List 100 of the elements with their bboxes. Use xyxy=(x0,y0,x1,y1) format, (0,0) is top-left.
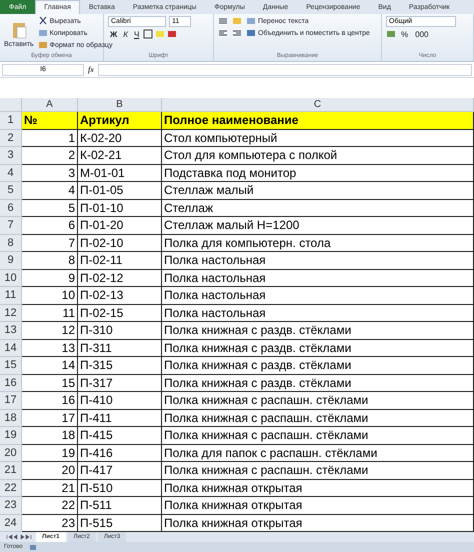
row-header[interactable]: 10 xyxy=(0,270,22,287)
table-cell: Полка книжная с распашн. стёклами xyxy=(162,410,474,427)
row-header[interactable]: 24 xyxy=(0,514,22,532)
table-cell: Артикул xyxy=(78,112,162,130)
column-header[interactable]: A xyxy=(22,98,78,112)
table-cell: П-417 xyxy=(78,462,162,480)
row-header[interactable]: 20 xyxy=(0,444,22,462)
table-cell: 13 xyxy=(22,340,78,357)
table-cell: Полное наименование xyxy=(162,112,474,130)
table-cell: Полка для папок с распашн. стёклами xyxy=(162,444,474,462)
table-cell: П-315 xyxy=(78,357,162,374)
row-header[interactable]: 8 xyxy=(0,234,22,252)
table-cell: Полка настольная xyxy=(162,252,474,270)
table-cell: Полка настольная xyxy=(162,287,474,304)
row-header[interactable]: 12 xyxy=(0,304,22,322)
clipboard-icon[interactable] xyxy=(10,20,27,38)
table-cell: П-416 xyxy=(78,444,162,462)
row-header[interactable]: 9 xyxy=(0,252,22,270)
table-cell: П-510 xyxy=(78,480,162,497)
table-cell: 16 xyxy=(22,392,78,410)
table-cell: 20 xyxy=(22,462,78,480)
indent-icon[interactable] xyxy=(232,28,242,38)
row-header[interactable]: 7 xyxy=(0,217,22,234)
row-header[interactable]: 6 xyxy=(0,200,22,217)
table-cell: Полка книжная с распашн. стёклами xyxy=(162,392,474,410)
table-cell: Стол компьютерный xyxy=(162,130,474,147)
formula-field[interactable] xyxy=(98,64,472,76)
table-cell: Полка книжная с раздв. стёклами xyxy=(162,357,474,374)
table-cell: 18 xyxy=(22,427,78,444)
table-cell: 23 xyxy=(22,514,78,532)
table-cell: Полка книжная открытая xyxy=(162,480,474,497)
row-header[interactable]: 2 xyxy=(0,130,22,147)
table-cell: П-02-10 xyxy=(78,234,162,252)
sheet-navigation-icon[interactable] xyxy=(4,532,34,542)
row-header[interactable]: 4 xyxy=(0,164,22,182)
align-left-icon[interactable] xyxy=(218,28,228,38)
table-cell: М-01-01 xyxy=(78,164,162,182)
row-header[interactable]: 19 xyxy=(0,427,22,444)
table-cell: 6 xyxy=(22,217,78,234)
row-header[interactable]: 21 xyxy=(0,462,22,480)
table-cell: Полка книжная с распашн. стёклами xyxy=(162,462,474,480)
table-cell: 4 xyxy=(22,182,78,200)
table-cell: П-415 xyxy=(78,427,162,444)
table-cell: П-310 xyxy=(78,322,162,340)
table-cell: 9 xyxy=(22,270,78,287)
column-header[interactable]: B xyxy=(78,98,162,112)
table-cell: Полка настольная xyxy=(162,304,474,322)
table-cell: 17 xyxy=(22,410,78,427)
table-cell: Полка книжная с распашн. стёклами xyxy=(162,427,474,444)
table-cell: Стол для компьютера с полкой xyxy=(162,147,474,164)
table-cell: П-515 xyxy=(78,514,162,532)
table-cell: 12 xyxy=(22,322,78,340)
function-button[interactable]: fx xyxy=(88,65,94,74)
row-header[interactable]: 5 xyxy=(0,182,22,200)
row-header[interactable]: 15 xyxy=(0,357,22,374)
table-cell: Полка книжная с раздв. стёклами xyxy=(162,322,474,340)
table-cell: П-01-05 xyxy=(78,182,162,200)
table-cell: П-511 xyxy=(78,497,162,514)
table-cell: П-02-11 xyxy=(78,252,162,270)
table-cell: 15 xyxy=(22,374,78,392)
table-cell: Полка настольная xyxy=(162,270,474,287)
percent-button[interactable]: % xyxy=(399,30,410,38)
table-cell: П-317 xyxy=(78,374,162,392)
table-cell: П-311 xyxy=(78,340,162,357)
row-header[interactable]: 11 xyxy=(0,287,22,304)
row-header[interactable]: 1 xyxy=(0,112,22,130)
borders-icon[interactable] xyxy=(143,29,154,39)
align-icon[interactable] xyxy=(218,16,228,26)
row-header[interactable]: 16 xyxy=(0,374,22,392)
row-header[interactable]: 17 xyxy=(0,392,22,410)
table-cell: 21 xyxy=(22,480,78,497)
table-cell: Стеллаж xyxy=(162,200,474,217)
table-cell: Стеллаж малый xyxy=(162,182,474,200)
table-cell: 1 xyxy=(22,130,78,147)
table-cell: 8 xyxy=(22,252,78,270)
table-cell: П-410 xyxy=(78,392,162,410)
row-header[interactable]: 18 xyxy=(0,410,22,427)
row-header[interactable]: 23 xyxy=(0,497,22,514)
table-cell: П-02-15 xyxy=(78,304,162,322)
table-cell: 19 xyxy=(22,444,78,462)
table-cell: 7 xyxy=(22,234,78,252)
row-header[interactable]: 3 xyxy=(0,147,22,164)
table-cell: Полка книжная с раздв. стёклами xyxy=(162,340,474,357)
table-cell: 10 xyxy=(22,287,78,304)
table-cell: 11 xyxy=(22,304,78,322)
table-cell: К-02-20 xyxy=(78,130,162,147)
table-cell: Полка книжная открытая xyxy=(162,514,474,532)
bold-button[interactable]: Ж xyxy=(108,30,120,38)
column-header[interactable]: C xyxy=(162,98,474,112)
row-header[interactable]: 13 xyxy=(0,322,22,340)
underline-button[interactable]: Ч xyxy=(132,30,142,38)
table-cell: К-02-21 xyxy=(78,147,162,164)
table-cell: П-02-12 xyxy=(78,270,162,287)
table-cell: 22 xyxy=(22,497,78,514)
italic-button[interactable]: К xyxy=(121,30,130,38)
row-header[interactable]: 22 xyxy=(0,480,22,497)
table-cell: № xyxy=(22,112,78,130)
table-cell: П-01-20 xyxy=(78,217,162,234)
row-header[interactable]: 14 xyxy=(0,340,22,357)
thousands-button[interactable]: 000 xyxy=(413,30,430,38)
